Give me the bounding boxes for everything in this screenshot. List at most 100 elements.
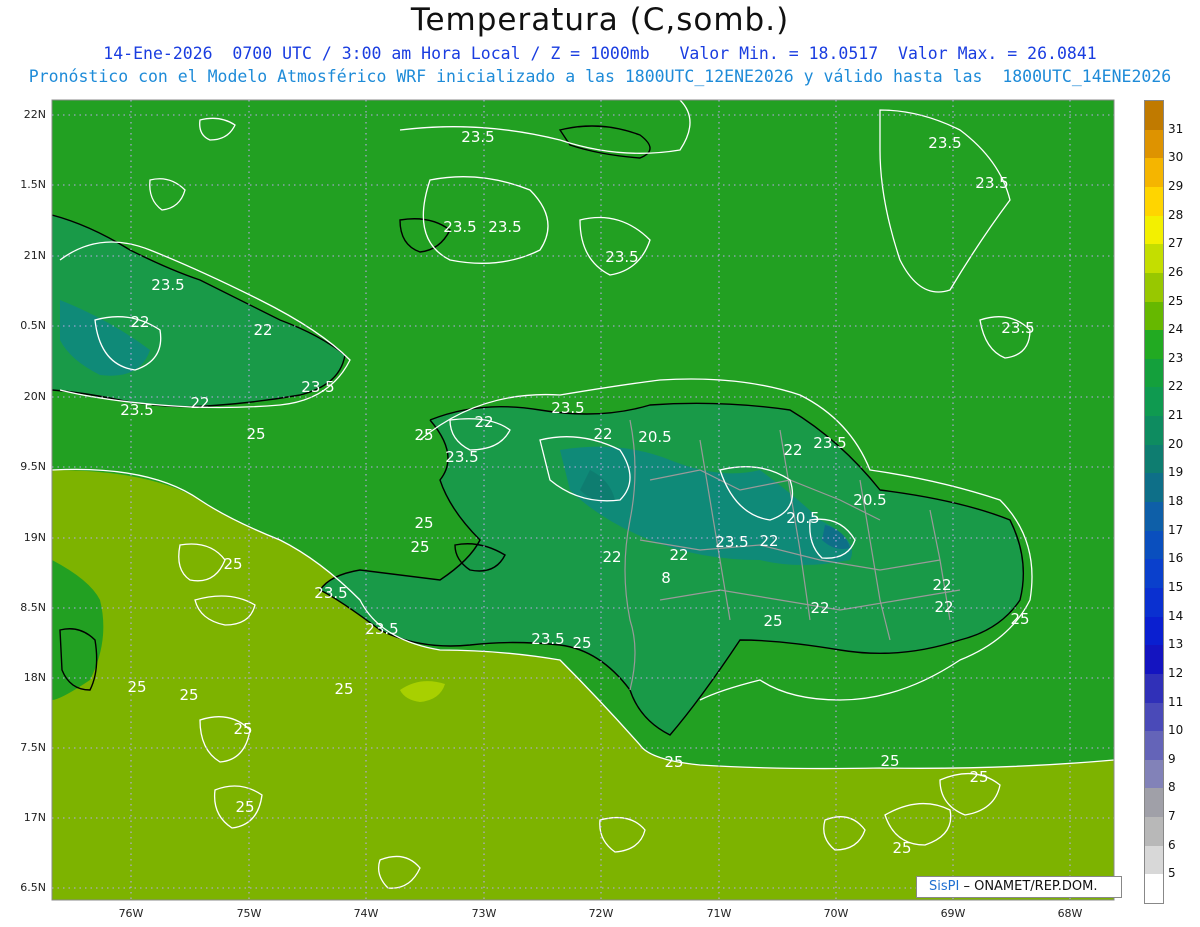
colorbar-label: 15	[1168, 579, 1184, 594]
latitude-label: 19N	[23, 531, 46, 544]
colorbar-cell	[1145, 759, 1163, 789]
colorbar-cell	[1145, 244, 1163, 274]
contour-label: 22	[669, 546, 688, 564]
contour-label: 25	[880, 752, 899, 770]
latitude-label: 17N	[23, 811, 46, 824]
contour-label: 25	[664, 753, 683, 771]
colorbar-label: 8	[1168, 780, 1176, 795]
contour-label: 22	[253, 321, 272, 339]
contour-label: 23.5	[488, 218, 521, 236]
latitude-label: 0.5N	[20, 319, 46, 332]
colorbar-label: 12	[1168, 665, 1184, 680]
colorbar-cell	[1145, 874, 1163, 904]
colorbar-cell	[1145, 215, 1163, 245]
colorbar-cell	[1145, 101, 1163, 131]
colorbar-label: 17	[1168, 522, 1184, 537]
colorbar-label: 6	[1168, 837, 1176, 852]
contour-label: 23.5	[1001, 319, 1034, 337]
contour-label: 20.5	[638, 428, 671, 446]
credit-text: – ONAMET/REP.DOM.	[963, 879, 1098, 894]
colorbar-label: 16	[1168, 551, 1184, 566]
contour-label: 20.5	[853, 491, 886, 509]
colorbar-cell	[1145, 301, 1163, 331]
contour-label: 8	[661, 569, 671, 587]
contour-label: 23.5	[443, 218, 476, 236]
contour-label: 23.5	[151, 276, 184, 294]
contour-label: 22	[810, 599, 829, 617]
colorbar-cell	[1145, 129, 1163, 159]
contour-label: 23.5	[314, 584, 347, 602]
contour-label: 25	[223, 555, 242, 573]
contour-label: 25	[233, 720, 252, 738]
colorbar-cell	[1145, 788, 1163, 818]
contour-label: 23.5	[445, 448, 478, 466]
colorbar-label: 24	[1168, 322, 1184, 337]
contour-label: 25	[969, 768, 988, 786]
longitude-label: 74W	[353, 907, 379, 920]
contour-label: 23.5	[120, 401, 153, 419]
colorbar-cell	[1145, 186, 1163, 217]
colorbar-cell	[1145, 817, 1163, 847]
colorbar-cell	[1145, 502, 1163, 532]
colorbar-label: 21	[1168, 408, 1184, 423]
contour-label: 25	[572, 634, 591, 652]
contour-label: 22	[759, 532, 778, 550]
colorbar-cell	[1145, 473, 1163, 503]
contour-label: 22	[474, 413, 493, 431]
colorbar-label: 26	[1168, 264, 1184, 279]
colorbar-label: 14	[1168, 608, 1184, 623]
contour-label: 23.5	[813, 434, 846, 452]
colorbar-label: 10	[1168, 723, 1184, 738]
latitude-label: 1.5N	[20, 178, 46, 191]
colorbar-cell	[1145, 645, 1163, 675]
colorbar-label: 31	[1168, 121, 1184, 136]
colorbar-label: 20	[1168, 436, 1184, 451]
colorbar-label: 11	[1168, 694, 1184, 709]
colorbar-label: 18	[1168, 494, 1184, 508]
colorbar-label: 19	[1168, 465, 1184, 480]
colorbar-cell	[1145, 731, 1163, 761]
colorbar-label: 29	[1168, 178, 1184, 193]
longitude-label: 75W	[236, 907, 262, 920]
colorbar-label: 13	[1168, 637, 1184, 652]
colorbar	[1144, 100, 1164, 904]
contour-label: 23.5	[531, 630, 564, 648]
latitude-label: 22N	[23, 108, 46, 121]
contour-label: 22	[130, 313, 149, 331]
contour-label: 25	[235, 798, 254, 816]
contour-label: 25	[763, 612, 782, 630]
colorbar-label: 27	[1168, 236, 1184, 251]
colorbar-label: 5	[1168, 866, 1176, 881]
contour-label: 22	[932, 576, 951, 594]
latitude-label: 20N	[23, 390, 46, 403]
contour-label: 23.5	[975, 174, 1008, 192]
colorbar-cell	[1145, 330, 1163, 360]
colorbar-label: 28	[1168, 207, 1184, 222]
contour-label: 22	[593, 425, 612, 443]
longitude-label: 69W	[940, 907, 966, 920]
colorbar-cell	[1145, 358, 1163, 388]
latitude-label: 8.5N	[20, 601, 46, 614]
latitude-label: 18N	[23, 671, 46, 684]
colorbar-cell	[1145, 702, 1163, 732]
contour-label: 25	[334, 680, 353, 698]
colorbar-cell	[1145, 158, 1163, 188]
longitude-label: 71W	[706, 907, 732, 920]
longitude-label: 68W	[1057, 907, 1083, 920]
temperature-map[interactable]: 23.5 23.5 23.5 23.5 23.5 23.5 23.5 23.5 23.5 23.5…	[0, 0, 1200, 927]
contour-label: 25	[414, 514, 433, 532]
contour-label: 23.5	[461, 128, 494, 146]
latitude-label: 7.5N	[20, 741, 46, 754]
longitude-label: 76W	[118, 907, 144, 920]
colorbar-cell	[1145, 616, 1163, 646]
contour-label: 25	[127, 678, 146, 696]
contour-label: 25	[246, 425, 265, 443]
colorbar-label: 30	[1168, 150, 1184, 165]
contour-label: 25	[179, 686, 198, 704]
contour-label: 23.5	[365, 620, 398, 638]
colorbar-label: 25	[1168, 293, 1184, 308]
longitude-label: 70W	[823, 907, 849, 920]
latitude-label: 9.5N	[20, 460, 46, 473]
colorbar-cell	[1145, 272, 1163, 302]
longitude-label: 72W	[588, 907, 614, 920]
